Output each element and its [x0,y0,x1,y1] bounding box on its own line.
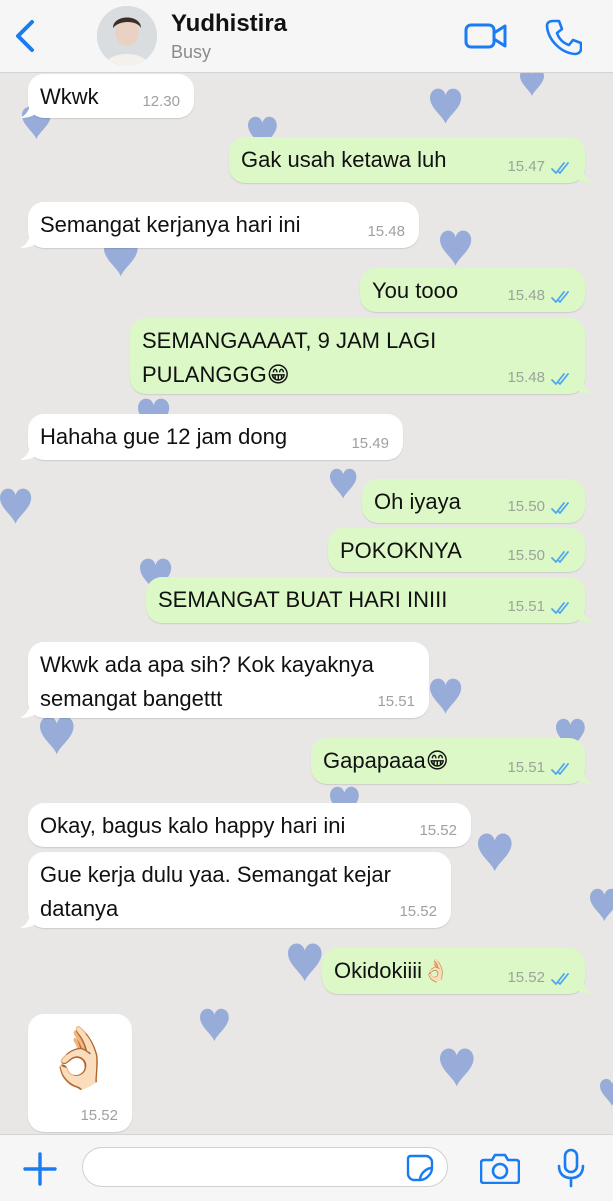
message-bubble-outgoing[interactable]: Okidokiiii👌🏻 15.52 [322,948,593,994]
double-check-icon [551,602,569,614]
contact-name[interactable]: Yudhistira [171,10,287,38]
message-time: 15.50 [507,547,545,564]
message-bubble-outgoing[interactable]: You tooo 15.48 [360,268,585,312]
message-time: 15.50 [507,498,545,515]
chevron-left-icon[interactable] [10,18,42,54]
message-bubble-incoming[interactable]: Gue kerja dulu yaa. Semangat kejar datan… [20,852,451,928]
message-bubble-incoming[interactable]: Wkwk ada apa sih? Kok kayaknya semangat … [20,642,429,718]
message-bubble-incoming[interactable]: Wkwk 12.30 [20,74,194,118]
camera-icon[interactable] [480,1152,520,1184]
message-bubble-outgoing[interactable]: POKOKNYA 15.50 [328,528,585,572]
double-check-icon [551,291,569,303]
message-time: 15.51 [377,693,415,710]
double-check-icon [551,162,569,174]
message-bubble-outgoing[interactable]: SEMANGAAAAT, 9 JAM LAGI PULANGGG😁 15.48 [130,318,593,394]
chat-header: Yudhistira Busy [0,0,613,73]
composer-bar [0,1134,613,1201]
phone-icon[interactable] [544,18,582,56]
message-text: Semangat kerjanya hari ini [40,212,301,237]
message-time: 15.52 [80,1107,118,1124]
message-time: 15.52 [399,903,437,920]
double-check-icon [551,502,569,514]
double-check-icon [551,763,569,775]
ok-hand-emoji: 👌🏻 [42,1024,117,1091]
message-bubble-outgoing[interactable]: SEMANGAT BUAT HARI INIII 15.51 [146,577,593,623]
message-time: 15.47 [507,158,545,175]
message-bubble-outgoing[interactable]: Gak usah ketawa luh 15.47 [229,137,593,183]
video-camera-icon[interactable] [464,20,508,52]
message-bubble-incoming[interactable]: Okay, bagus kalo happy hari ini 15.52 [28,803,471,847]
message-time: 12.30 [142,93,180,110]
contact-status: Busy [171,42,212,62]
plus-icon[interactable] [22,1151,58,1187]
avatar[interactable] [97,6,157,66]
double-check-icon [551,551,569,563]
message-time: 15.52 [419,822,457,839]
message-bubble-outgoing[interactable]: Gapapaaa😁 15.51 [311,738,593,784]
message-time: 15.51 [507,598,545,615]
message-input[interactable] [82,1147,448,1187]
double-check-icon [551,373,569,385]
emoji-message-bubble[interactable]: 👌🏻 15.52 [28,1014,132,1132]
message-bubble-outgoing[interactable]: Oh iyaya 15.50 [362,479,585,523]
sticker-icon[interactable] [406,1154,434,1182]
message-time: 15.52 [507,969,545,986]
message-time: 15.51 [507,759,545,776]
message-text: Okay, bagus kalo happy hari ini [40,813,346,838]
message-time: 15.48 [367,223,405,240]
message-text: Gue kerja dulu yaa. Semangat kejar datan… [40,862,391,921]
message-bubble-incoming[interactable]: Semangat kerjanya hari ini 15.48 [20,202,419,248]
message-bubble-incoming[interactable]: Hahaha gue 12 jam dong 15.49 [20,414,403,460]
message-time: 15.49 [351,435,389,452]
message-time: 15.48 [507,287,545,304]
double-check-icon [551,973,569,985]
message-time: 15.48 [507,369,545,386]
message-text: Wkwk ada apa sih? Kok kayaknya semangat … [40,652,374,711]
microphone-icon[interactable] [556,1148,586,1188]
message-text: Hahaha gue 12 jam dong [40,424,288,449]
